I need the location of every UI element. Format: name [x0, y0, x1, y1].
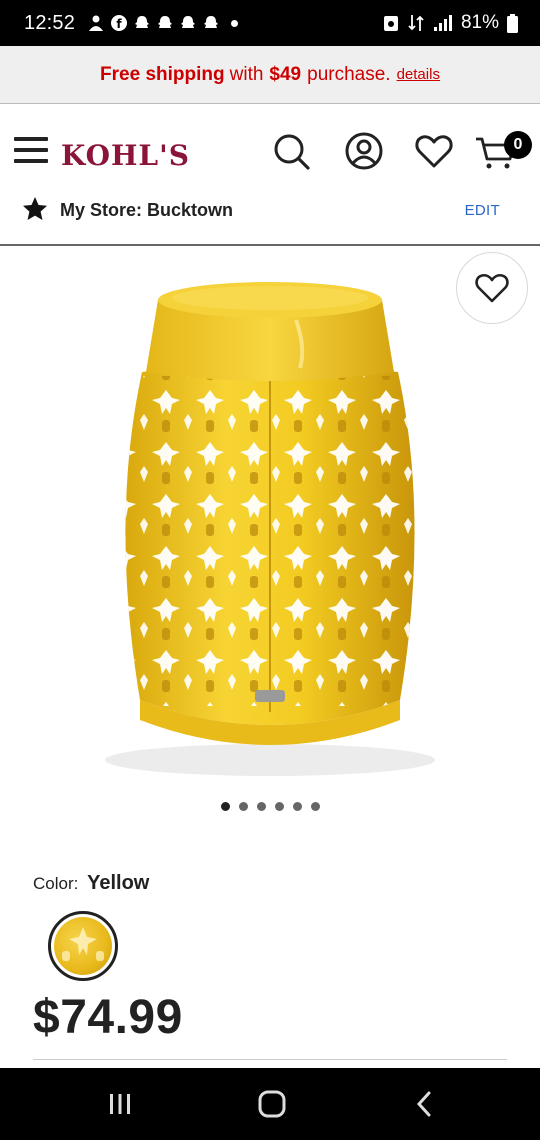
color-value: Yellow: [87, 872, 150, 894]
recent-apps-button[interactable]: [100, 1086, 140, 1122]
system-status: 81%: [383, 12, 518, 34]
status-bar: 12:52 f 81%: [0, 0, 540, 46]
recent-apps-icon: [110, 1094, 130, 1114]
promo-details-link[interactable]: details: [397, 66, 440, 83]
account-icon[interactable]: [344, 131, 384, 171]
wishlist-heart-icon[interactable]: [414, 131, 454, 171]
heart-outline-icon: [475, 273, 509, 303]
data-transfer-icon: [408, 15, 424, 31]
more-notifications-dot: [231, 19, 239, 27]
carousel-dot[interactable]: [256, 802, 266, 811]
back-button[interactable]: [404, 1086, 444, 1122]
free-shipping-banner[interactable]: Free shipping with $49 purchase. details: [0, 46, 540, 104]
image-carousel-dots: [0, 802, 540, 811]
snapchat-notification-icon-4: [204, 16, 219, 28]
home-icon: [258, 1090, 286, 1118]
divider: [0, 244, 540, 246]
carousel-dot[interactable]: [274, 802, 284, 811]
lock-screen-icon: [383, 16, 398, 31]
promo-purchase: purchase.: [307, 63, 391, 85]
yellow-swatch-image: [54, 917, 112, 975]
status-time: 12:52: [24, 11, 76, 34]
color-selector-label: Color: Yellow: [33, 872, 149, 895]
snapchat-notification-icon-2: [158, 16, 173, 28]
my-store-label: My Store: Bucktown: [60, 200, 234, 220]
promo-amount: $49: [269, 63, 302, 85]
edit-store-button[interactable]: EDIT: [465, 202, 500, 219]
battery-icon: [507, 13, 518, 33]
color-label: Color:: [33, 874, 79, 893]
add-to-wishlist-button[interactable]: [456, 252, 528, 324]
product-price: $74.99: [33, 991, 183, 1044]
snapchat-notification-icon-3: [181, 16, 196, 28]
notification-icons: f: [87, 14, 239, 32]
divider: [33, 1059, 507, 1060]
carousel-dot[interactable]: [220, 802, 230, 811]
search-icon[interactable]: [271, 131, 311, 171]
battery-percent: 81%: [460, 12, 499, 33]
system-navigation-bar: [0, 1068, 540, 1140]
kohls-logo[interactable]: KOHL'S: [61, 139, 190, 172]
snapchat-notification-icon: [135, 16, 150, 28]
cart-count-badge[interactable]: 0: [504, 131, 532, 159]
facebook-notification-icon: f: [111, 15, 128, 31]
signal-icon: [433, 15, 452, 31]
promo-free-shipping: Free shipping: [100, 63, 225, 85]
back-chevron-icon: [416, 1091, 431, 1117]
my-store-row[interactable]: My Store: Bucktown EDIT: [0, 190, 540, 230]
product-image[interactable]: [100, 280, 440, 780]
home-button[interactable]: [252, 1086, 292, 1122]
color-swatch-yellow[interactable]: [48, 911, 118, 981]
carousel-dot[interactable]: [310, 802, 320, 811]
promo-with: with: [229, 63, 264, 85]
carousel-dot[interactable]: [238, 802, 248, 811]
star-icon: [23, 197, 47, 220]
svg-text:f: f: [116, 17, 122, 31]
hamburger-menu-icon[interactable]: [14, 137, 48, 167]
person-notification-icon: [89, 15, 104, 31]
carousel-dot[interactable]: [292, 802, 302, 811]
